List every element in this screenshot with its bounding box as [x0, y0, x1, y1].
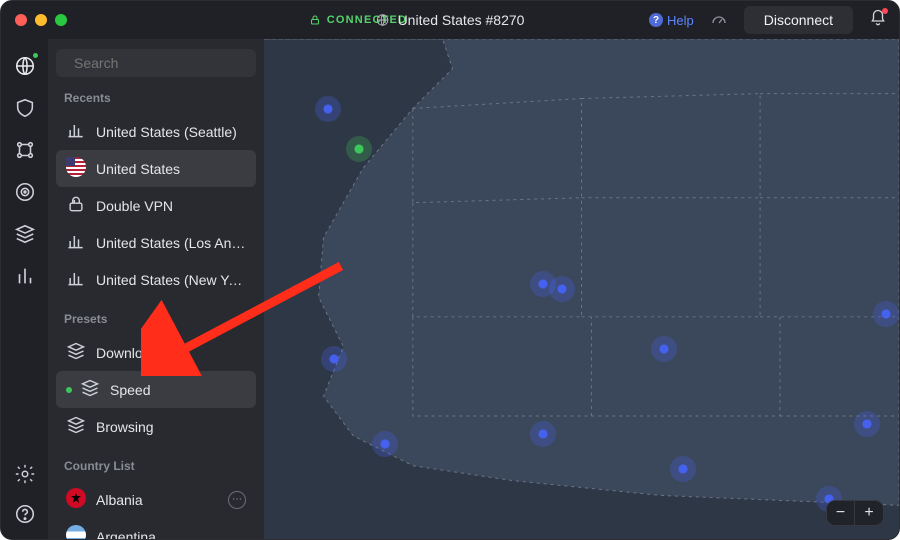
server-node-0[interactable] [315, 96, 341, 122]
globe-icon [376, 13, 390, 27]
presets-item-0[interactable]: Downloads [56, 334, 256, 371]
titlebar: CONNECTED United States #8270 ? Help Dis… [1, 1, 899, 39]
server-node-8[interactable] [670, 456, 696, 482]
titlebar-title: United States #8270 [376, 12, 525, 28]
rail-settings[interactable] [14, 463, 36, 485]
item-label: United States (New Yor… [96, 272, 246, 288]
item-label: Albania [96, 492, 143, 508]
layers-icon [66, 415, 86, 438]
layers-icon [66, 341, 86, 364]
disconnect-button[interactable]: Disconnect [744, 6, 853, 34]
more-icon[interactable]: ⋯ [228, 491, 246, 509]
country-list-heading: Country List [56, 449, 256, 477]
item-label: United States [96, 161, 180, 177]
connected-dot-icon [32, 52, 39, 59]
app-window: CONNECTED United States #8270 ? Help Dis… [0, 0, 900, 540]
active-dot-icon [66, 387, 72, 393]
rail-countries[interactable] [14, 55, 36, 77]
map-panel[interactable]: − + [264, 39, 899, 539]
bars-icon [66, 120, 86, 143]
recents-item-1[interactable]: United States [56, 150, 256, 187]
country-item-0[interactable]: Albania ⋯ [56, 481, 256, 518]
presets-heading: Presets [56, 302, 256, 330]
server-node-7[interactable] [530, 421, 556, 447]
server-node-3[interactable] [549, 276, 575, 302]
server-name: United States #8270 [398, 12, 525, 28]
item-label: Speed [110, 382, 150, 398]
lock-icon [309, 14, 321, 26]
flag-al-icon [66, 488, 86, 511]
bars-icon [66, 268, 86, 291]
map-land [264, 39, 899, 535]
window-controls [15, 14, 67, 26]
rail-mesh[interactable] [14, 139, 36, 161]
notifications-button[interactable] [869, 9, 887, 32]
notification-dot [882, 8, 888, 14]
item-label: United States (Seattle) [96, 124, 237, 140]
item-label: Browsing [96, 419, 154, 435]
layers-icon [80, 378, 100, 401]
server-node-6[interactable] [372, 431, 398, 457]
rail-shield[interactable] [14, 97, 36, 119]
close-window[interactable] [15, 14, 27, 26]
nav-rail [1, 39, 48, 539]
recents-item-0[interactable]: United States (Seattle) [56, 113, 256, 150]
country-item-1[interactable]: Argentina [56, 518, 256, 539]
server-node-10[interactable] [854, 411, 880, 437]
search-input[interactable] [74, 55, 255, 71]
recents-heading: Recents [56, 81, 256, 109]
flag-us-icon [66, 157, 86, 180]
presets-item-2[interactable]: Browsing [56, 408, 256, 445]
item-label: Argentina [96, 529, 156, 540]
rail-presets[interactable] [14, 223, 36, 245]
recents-item-4[interactable]: United States (New Yor… [56, 261, 256, 298]
speed-gauge-icon[interactable] [710, 11, 728, 29]
zoom-control: − + [827, 501, 883, 525]
help-label: Help [667, 13, 694, 28]
server-node-4[interactable] [321, 346, 347, 372]
zoom-in-button[interactable]: + [855, 501, 883, 525]
recents-item-2[interactable]: Double VPN [56, 187, 256, 224]
item-label: Double VPN [96, 198, 173, 214]
flag-ar-icon [66, 525, 86, 539]
server-node-5[interactable] [651, 336, 677, 362]
presets-item-1[interactable]: Speed [56, 371, 256, 408]
zoom-window[interactable] [55, 14, 67, 26]
rail-stats[interactable] [14, 265, 36, 287]
bars-icon [66, 231, 86, 254]
minimize-window[interactable] [35, 14, 47, 26]
help-link[interactable]: ? Help [649, 13, 694, 28]
zoom-out-button[interactable]: − [827, 501, 855, 525]
sidebar: Recents United States (Seattle) United St… [48, 39, 264, 539]
rail-target[interactable] [14, 181, 36, 203]
search-box[interactable] [56, 49, 256, 77]
recents-item-3[interactable]: United States (Los An… [56, 224, 256, 261]
doublevpn-icon [66, 194, 86, 217]
item-label: Downloads [96, 345, 165, 361]
rail-support[interactable] [14, 503, 36, 525]
item-label: United States (Los An… [96, 235, 245, 251]
help-icon: ? [649, 13, 663, 27]
server-node-1[interactable] [346, 136, 372, 162]
server-node-11[interactable] [873, 301, 899, 327]
